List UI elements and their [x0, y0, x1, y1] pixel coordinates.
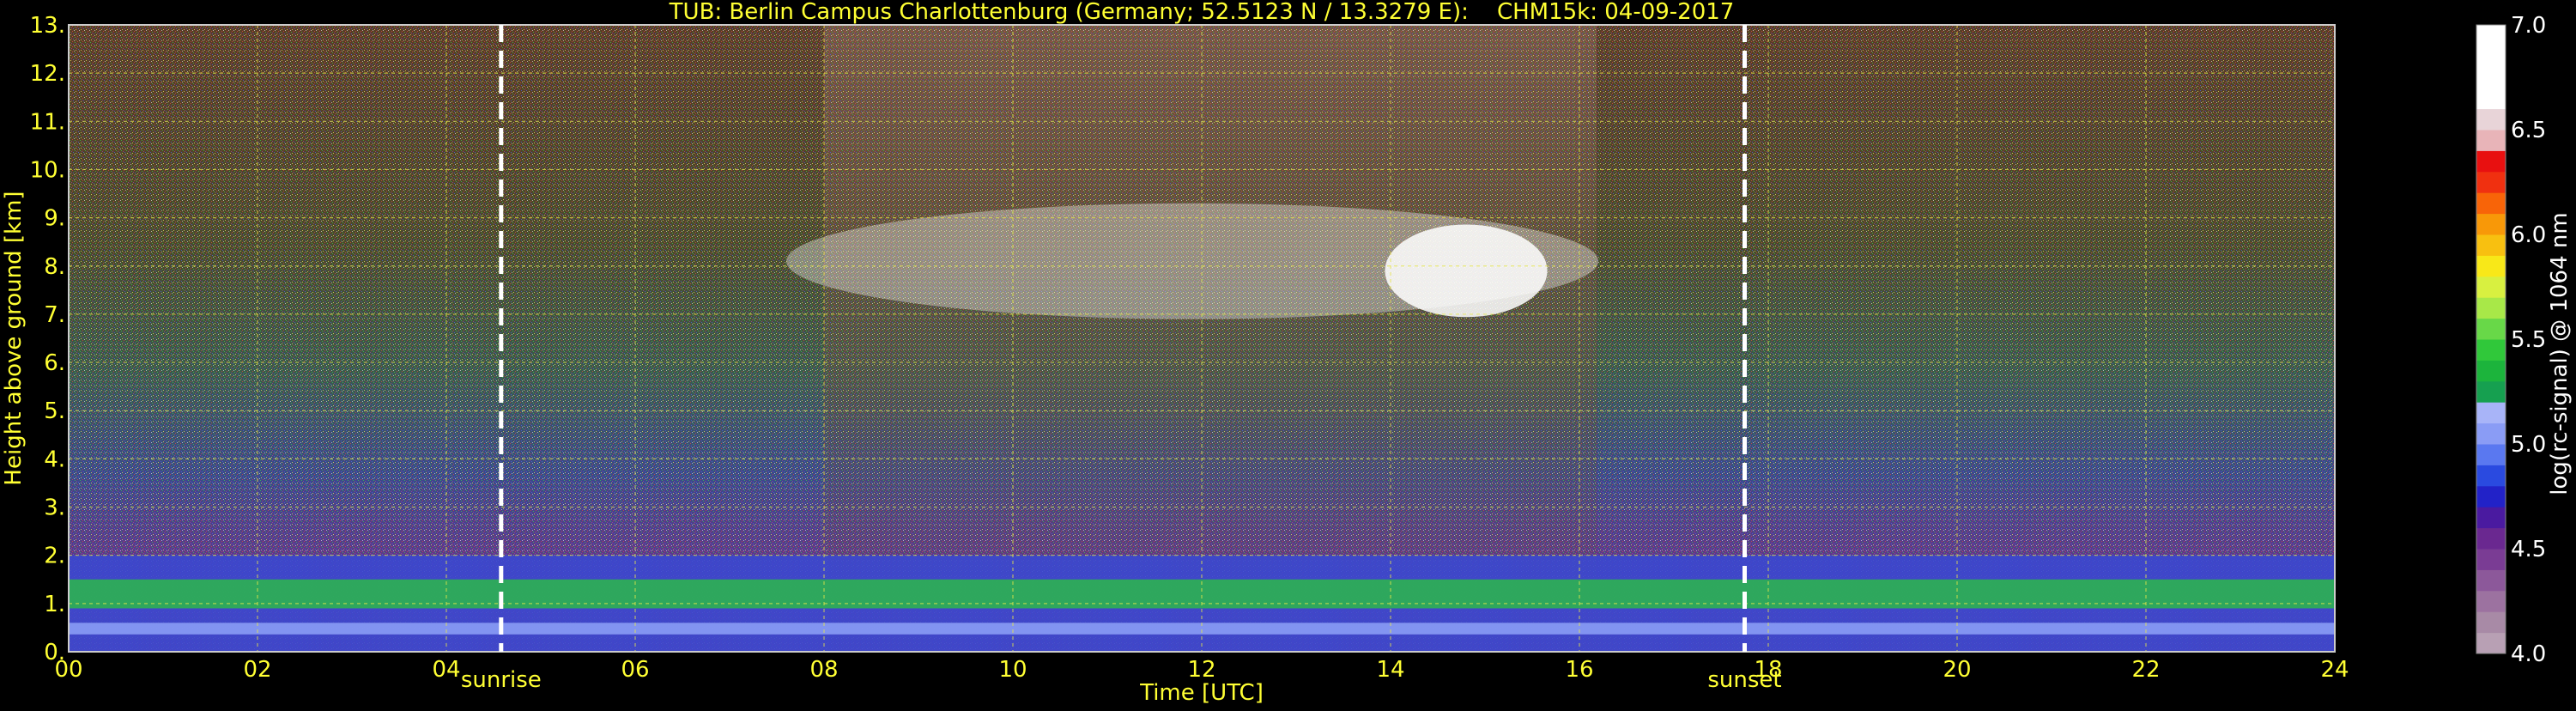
x-tick-label: 24 — [2320, 657, 2349, 683]
colorbar-segment — [2476, 380, 2506, 403]
x-tick-label: 14 — [1376, 657, 1404, 683]
colorbar-segment — [2476, 171, 2506, 193]
colorbar-segment — [2476, 255, 2506, 277]
colorbar-tick-label: 6.0 — [2511, 222, 2546, 248]
y-tick-label: 6. — [44, 350, 65, 376]
colorbar-segment — [2476, 234, 2506, 256]
y-tick-label: 1. — [44, 592, 65, 617]
y-tick-label: 8. — [44, 254, 65, 280]
x-tick-label: 08 — [809, 657, 838, 683]
x-axis-ticks: 00 02 04 06 08 10 12 14 16 18 20 22 24 — [54, 657, 2349, 683]
colorbar-tick-label: 5.0 — [2511, 432, 2546, 458]
y-tick-label: 3. — [44, 495, 65, 521]
x-tick-label: 02 — [243, 657, 271, 683]
colorbar-segment — [2476, 590, 2506, 612]
y-tick-label: 0. — [44, 640, 65, 665]
colorbar-segment — [2476, 25, 2506, 46]
chart-svg: sunrise sunset 00 02 04 06 08 10 12 14 16 18 20 22 24… — [1, 0, 2573, 706]
colorbar-segment — [2476, 360, 2506, 382]
x-tick-label: 18 — [1754, 657, 1782, 683]
y-tick-label: 4. — [44, 447, 65, 472]
colorbar-segment — [2476, 318, 2506, 340]
y-axis-label: Height above ground [km] — [1, 191, 27, 485]
colorbar-segment — [2476, 632, 2506, 654]
colorbar-tick-label: 4.5 — [2511, 537, 2546, 562]
y-tick-label: 9. — [44, 206, 65, 232]
colorbar-segment — [2476, 297, 2506, 319]
feature-cirrus-core — [1385, 224, 1548, 318]
x-tick-label: 10 — [998, 657, 1027, 683]
y-tick-label: 2. — [44, 544, 65, 569]
chart-title: TUB: Berlin Campus Charlottenburg (Germa… — [669, 0, 1735, 25]
colorbar-segment — [2476, 465, 2506, 487]
colorbar-segment — [2476, 339, 2506, 361]
colorbar-segment — [2476, 527, 2506, 550]
colorbar-segment — [2476, 150, 2506, 173]
plot-area — [68, 24, 2336, 653]
colorbar-segment — [2476, 88, 2506, 110]
colorbar-segment — [2476, 444, 2506, 465]
x-tick-label: 16 — [1565, 657, 1593, 683]
colorbar-segment — [2476, 549, 2506, 570]
y-tick-label: 11. — [30, 109, 65, 135]
colorbar-segment — [2476, 402, 2506, 424]
x-tick-label: 12 — [1187, 657, 1215, 683]
y-tick-label: 13. — [30, 13, 65, 39]
x-tick-label: 22 — [2131, 657, 2160, 683]
colorbar-segment — [2476, 569, 2506, 592]
colorbar-tick-label: 5.5 — [2511, 327, 2546, 353]
marker-label-sunrise: sunrise — [461, 667, 542, 693]
colorbar-segment — [2476, 108, 2506, 131]
x-tick-label: 06 — [621, 657, 649, 683]
colorbar-segment — [2476, 192, 2506, 215]
y-tick-label: 12. — [30, 61, 65, 87]
colorbar-segment — [2476, 422, 2506, 445]
x-axis-label: Time [UTC] — [1139, 680, 1264, 706]
x-tick-label: 04 — [432, 657, 460, 683]
colorbar-tick-label: 4.0 — [2511, 641, 2546, 667]
colorbar-segment — [2476, 130, 2506, 151]
colorbar-segment — [2476, 485, 2506, 507]
colorbar-segment — [2476, 213, 2506, 235]
colorbar-segment — [2476, 46, 2506, 68]
colorbar-segment — [2476, 276, 2506, 298]
y-tick-label: 10. — [30, 157, 65, 183]
colorbar: 4.0 4.5 5.0 5.5 6.0 6.5 7.0 — [2476, 13, 2546, 667]
colorbar-tick-label: 7.0 — [2511, 13, 2546, 39]
y-tick-label: 5. — [44, 398, 65, 424]
colorbar-tick-label: 6.5 — [2511, 118, 2546, 143]
y-axis-ticks: 0. 1. 2. 3. 4. 5. 6. 7. 8. 9. 10. 11. 12. 13. — [30, 13, 65, 665]
colorbar-segment — [2476, 507, 2506, 529]
x-tick-label: 20 — [1943, 657, 1971, 683]
colorbar-segment — [2476, 66, 2506, 88]
colorbar-label: log(rc-signal) @ 1064 nm — [2547, 212, 2573, 495]
y-tick-label: 7. — [44, 302, 65, 328]
colorbar-segment — [2476, 611, 2506, 634]
lidar-quicklook: sunrise sunset 00 02 04 06 08 10 12 14 16 18 20 22 24… — [0, 0, 2576, 708]
